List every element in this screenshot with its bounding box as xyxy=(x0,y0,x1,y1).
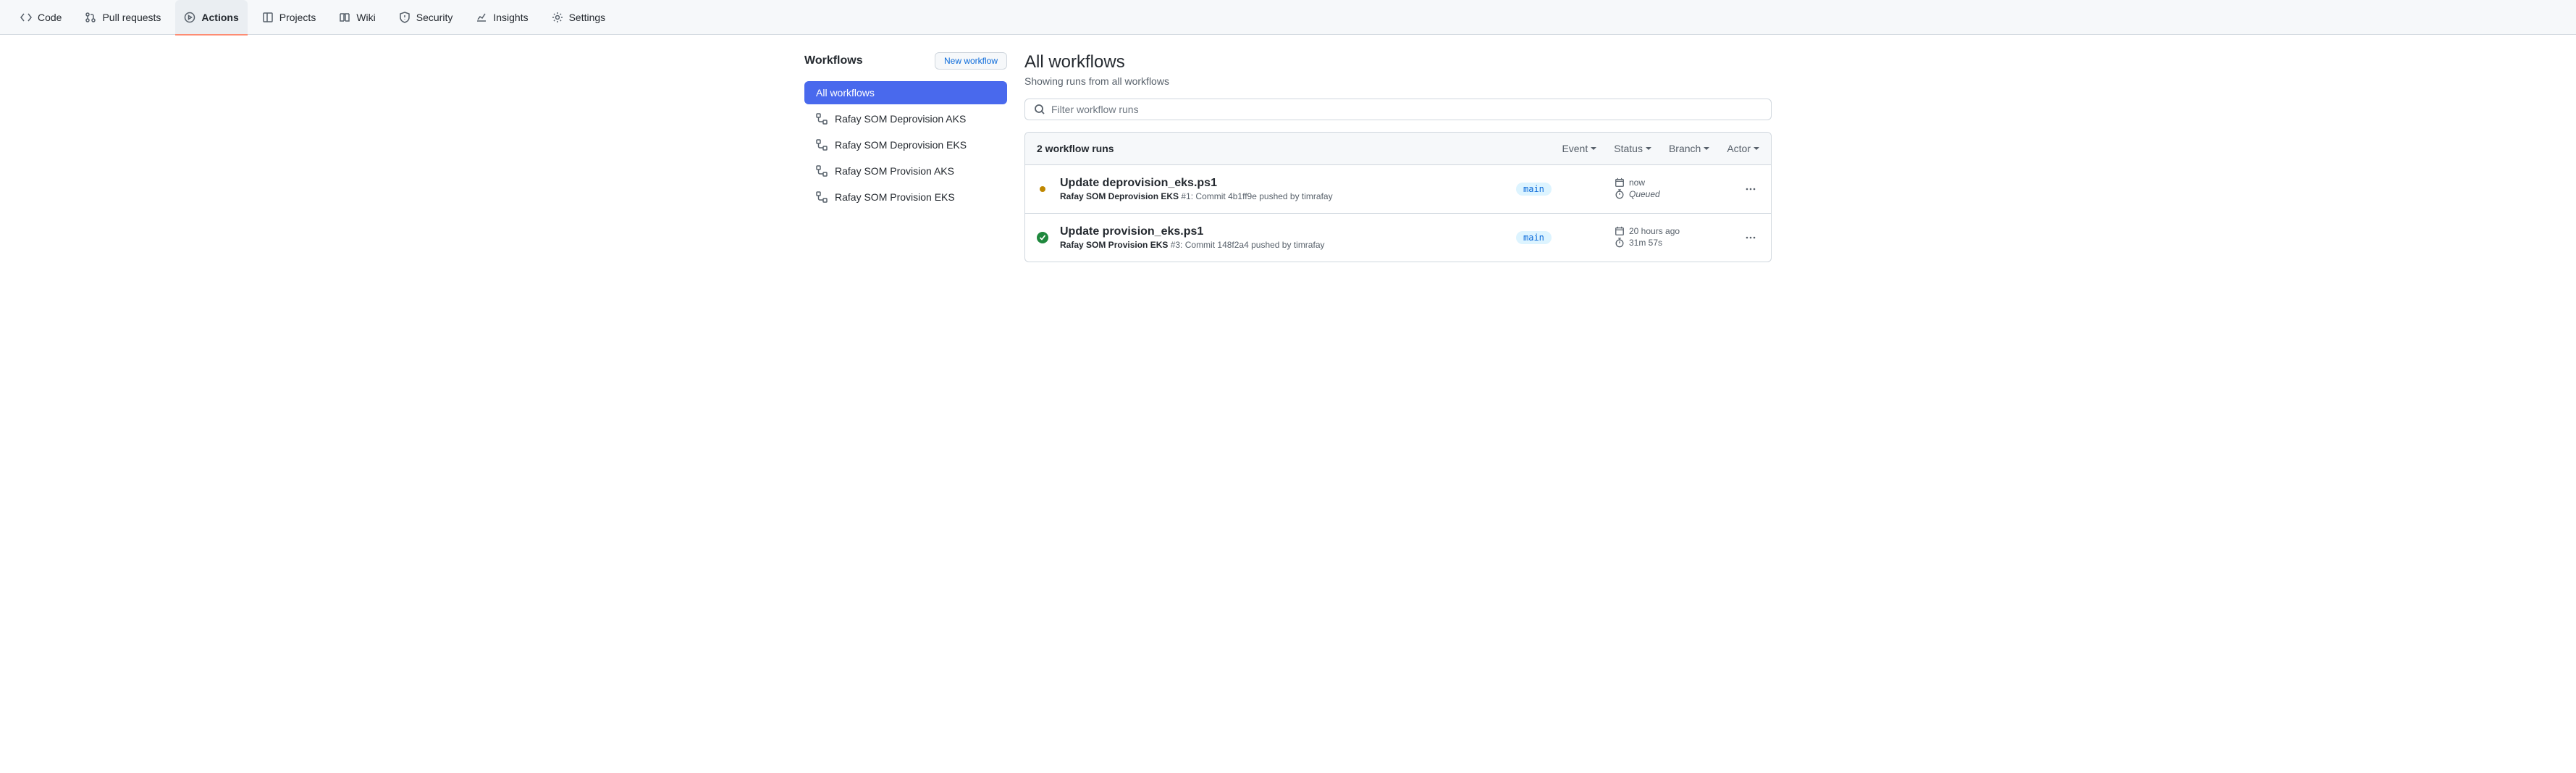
caret-down-icon xyxy=(1704,147,1709,150)
run-row[interactable]: Update provision_eks.ps1 Rafay SOM Provi… xyxy=(1025,214,1771,262)
run-row[interactable]: Update deprovision_eks.ps1 Rafay SOM Dep… xyxy=(1025,165,1771,214)
sidebar-item-workflow[interactable]: Rafay SOM Deprovision AKS xyxy=(804,107,1007,130)
run-info: Update provision_eks.ps1 Rafay SOM Provi… xyxy=(1060,225,1504,250)
tab-security[interactable]: Security xyxy=(390,0,462,35)
branch-col: main xyxy=(1516,183,1603,196)
run-meta: Rafay SOM Deprovision EKS #1: Commit 4b1… xyxy=(1060,191,1504,201)
tab-wiki[interactable]: Wiki xyxy=(330,0,384,35)
tab-label: Pull requests xyxy=(102,12,161,23)
graph-icon xyxy=(476,12,487,23)
git-pull-request-icon xyxy=(85,12,96,23)
code-icon xyxy=(20,12,32,23)
run-menu-button[interactable] xyxy=(1742,232,1759,243)
filter-input-wrap[interactable] xyxy=(1024,99,1772,120)
kebab-icon xyxy=(1745,232,1756,243)
time-col: 20 hours ago 31m 57s xyxy=(1615,226,1730,249)
play-circle-icon xyxy=(184,12,195,23)
runs-table: 2 workflow runs Event Status Branch Acto… xyxy=(1024,132,1772,262)
calendar-icon xyxy=(1615,226,1625,236)
repo-nav: Code Pull requests Actions Projects Wiki… xyxy=(0,0,2576,35)
sidebar-item-label: Rafay SOM Deprovision EKS xyxy=(835,139,967,151)
filter-actor[interactable]: Actor xyxy=(1727,143,1759,154)
run-info: Update deprovision_eks.ps1 Rafay SOM Dep… xyxy=(1060,177,1504,201)
workflow-icon xyxy=(816,165,828,177)
filter-event[interactable]: Event xyxy=(1562,143,1596,154)
tab-label: Settings xyxy=(569,12,606,23)
run-title: Update provision_eks.ps1 xyxy=(1060,225,1504,238)
tab-insights[interactable]: Insights xyxy=(467,0,536,35)
sidebar-item-workflow[interactable]: Rafay SOM Deprovision EKS xyxy=(804,133,1007,156)
tab-code[interactable]: Code xyxy=(12,0,70,35)
tab-label: Code xyxy=(38,12,62,23)
status-success-icon xyxy=(1037,232,1048,243)
tab-label: Wiki xyxy=(356,12,375,23)
tab-label: Security xyxy=(416,12,453,23)
filter-status[interactable]: Status xyxy=(1614,143,1651,154)
run-title: Update deprovision_eks.ps1 xyxy=(1060,177,1504,190)
sidebar-item-workflow[interactable]: Rafay SOM Provision AKS xyxy=(804,159,1007,183)
kebab-icon xyxy=(1745,183,1756,195)
workflow-icon xyxy=(816,113,828,125)
sidebar-item-label: All workflows xyxy=(816,87,875,99)
content: Workflows New workflow All workflows Raf… xyxy=(781,35,1795,280)
main: All workflows Showing runs from all work… xyxy=(1024,52,1772,262)
branch-badge[interactable]: main xyxy=(1516,183,1552,196)
branch-badge[interactable]: main xyxy=(1516,231,1552,244)
run-duration: Queued xyxy=(1615,189,1730,199)
sidebar-item-all-workflows[interactable]: All workflows xyxy=(804,81,1007,104)
gear-icon xyxy=(552,12,563,23)
tab-label: Actions xyxy=(201,12,238,23)
runs-count: 2 workflow runs xyxy=(1037,143,1114,154)
tab-label: Projects xyxy=(279,12,316,23)
sidebar-item-label: Rafay SOM Provision AKS xyxy=(835,165,954,177)
run-menu-button[interactable] xyxy=(1742,183,1759,195)
run-time: now xyxy=(1615,177,1730,188)
shield-icon xyxy=(399,12,411,23)
tab-actions[interactable]: Actions xyxy=(175,0,247,35)
new-workflow-button[interactable]: New workflow xyxy=(935,52,1007,70)
workflow-icon xyxy=(816,139,828,151)
tab-settings[interactable]: Settings xyxy=(543,0,615,35)
calendar-icon xyxy=(1615,177,1625,188)
status-queued-icon xyxy=(1037,183,1048,195)
branch-col: main xyxy=(1516,231,1603,244)
tab-label: Insights xyxy=(493,12,528,23)
run-duration: 31m 57s xyxy=(1615,238,1730,248)
sidebar-item-workflow[interactable]: Rafay SOM Provision EKS xyxy=(804,185,1007,209)
runs-filters: Event Status Branch Actor xyxy=(1562,143,1759,154)
stopwatch-icon xyxy=(1615,189,1625,199)
tab-pull-requests[interactable]: Pull requests xyxy=(76,0,169,35)
caret-down-icon xyxy=(1646,147,1651,150)
sidebar: Workflows New workflow All workflows Raf… xyxy=(804,52,1007,262)
caret-down-icon xyxy=(1754,147,1759,150)
runs-header: 2 workflow runs Event Status Branch Acto… xyxy=(1025,133,1771,165)
stopwatch-icon xyxy=(1615,238,1625,248)
page-title: All workflows xyxy=(1024,52,1772,72)
run-time: 20 hours ago xyxy=(1615,226,1730,236)
sidebar-item-label: Rafay SOM Provision EKS xyxy=(835,191,955,203)
tab-projects[interactable]: Projects xyxy=(253,0,325,35)
search-icon xyxy=(1034,104,1045,115)
sidebar-item-label: Rafay SOM Deprovision AKS xyxy=(835,113,966,125)
filter-branch[interactable]: Branch xyxy=(1669,143,1709,154)
sidebar-title: Workflows xyxy=(804,54,863,67)
project-icon xyxy=(262,12,274,23)
sidebar-header: Workflows New workflow xyxy=(804,52,1007,70)
page-subtitle: Showing runs from all workflows xyxy=(1024,75,1772,87)
run-meta: Rafay SOM Provision EKS #3: Commit 148f2… xyxy=(1060,240,1504,250)
workflow-icon xyxy=(816,191,828,203)
caret-down-icon xyxy=(1591,147,1596,150)
filter-input[interactable] xyxy=(1051,104,1762,115)
book-icon xyxy=(339,12,350,23)
time-col: now Queued xyxy=(1615,177,1730,201)
